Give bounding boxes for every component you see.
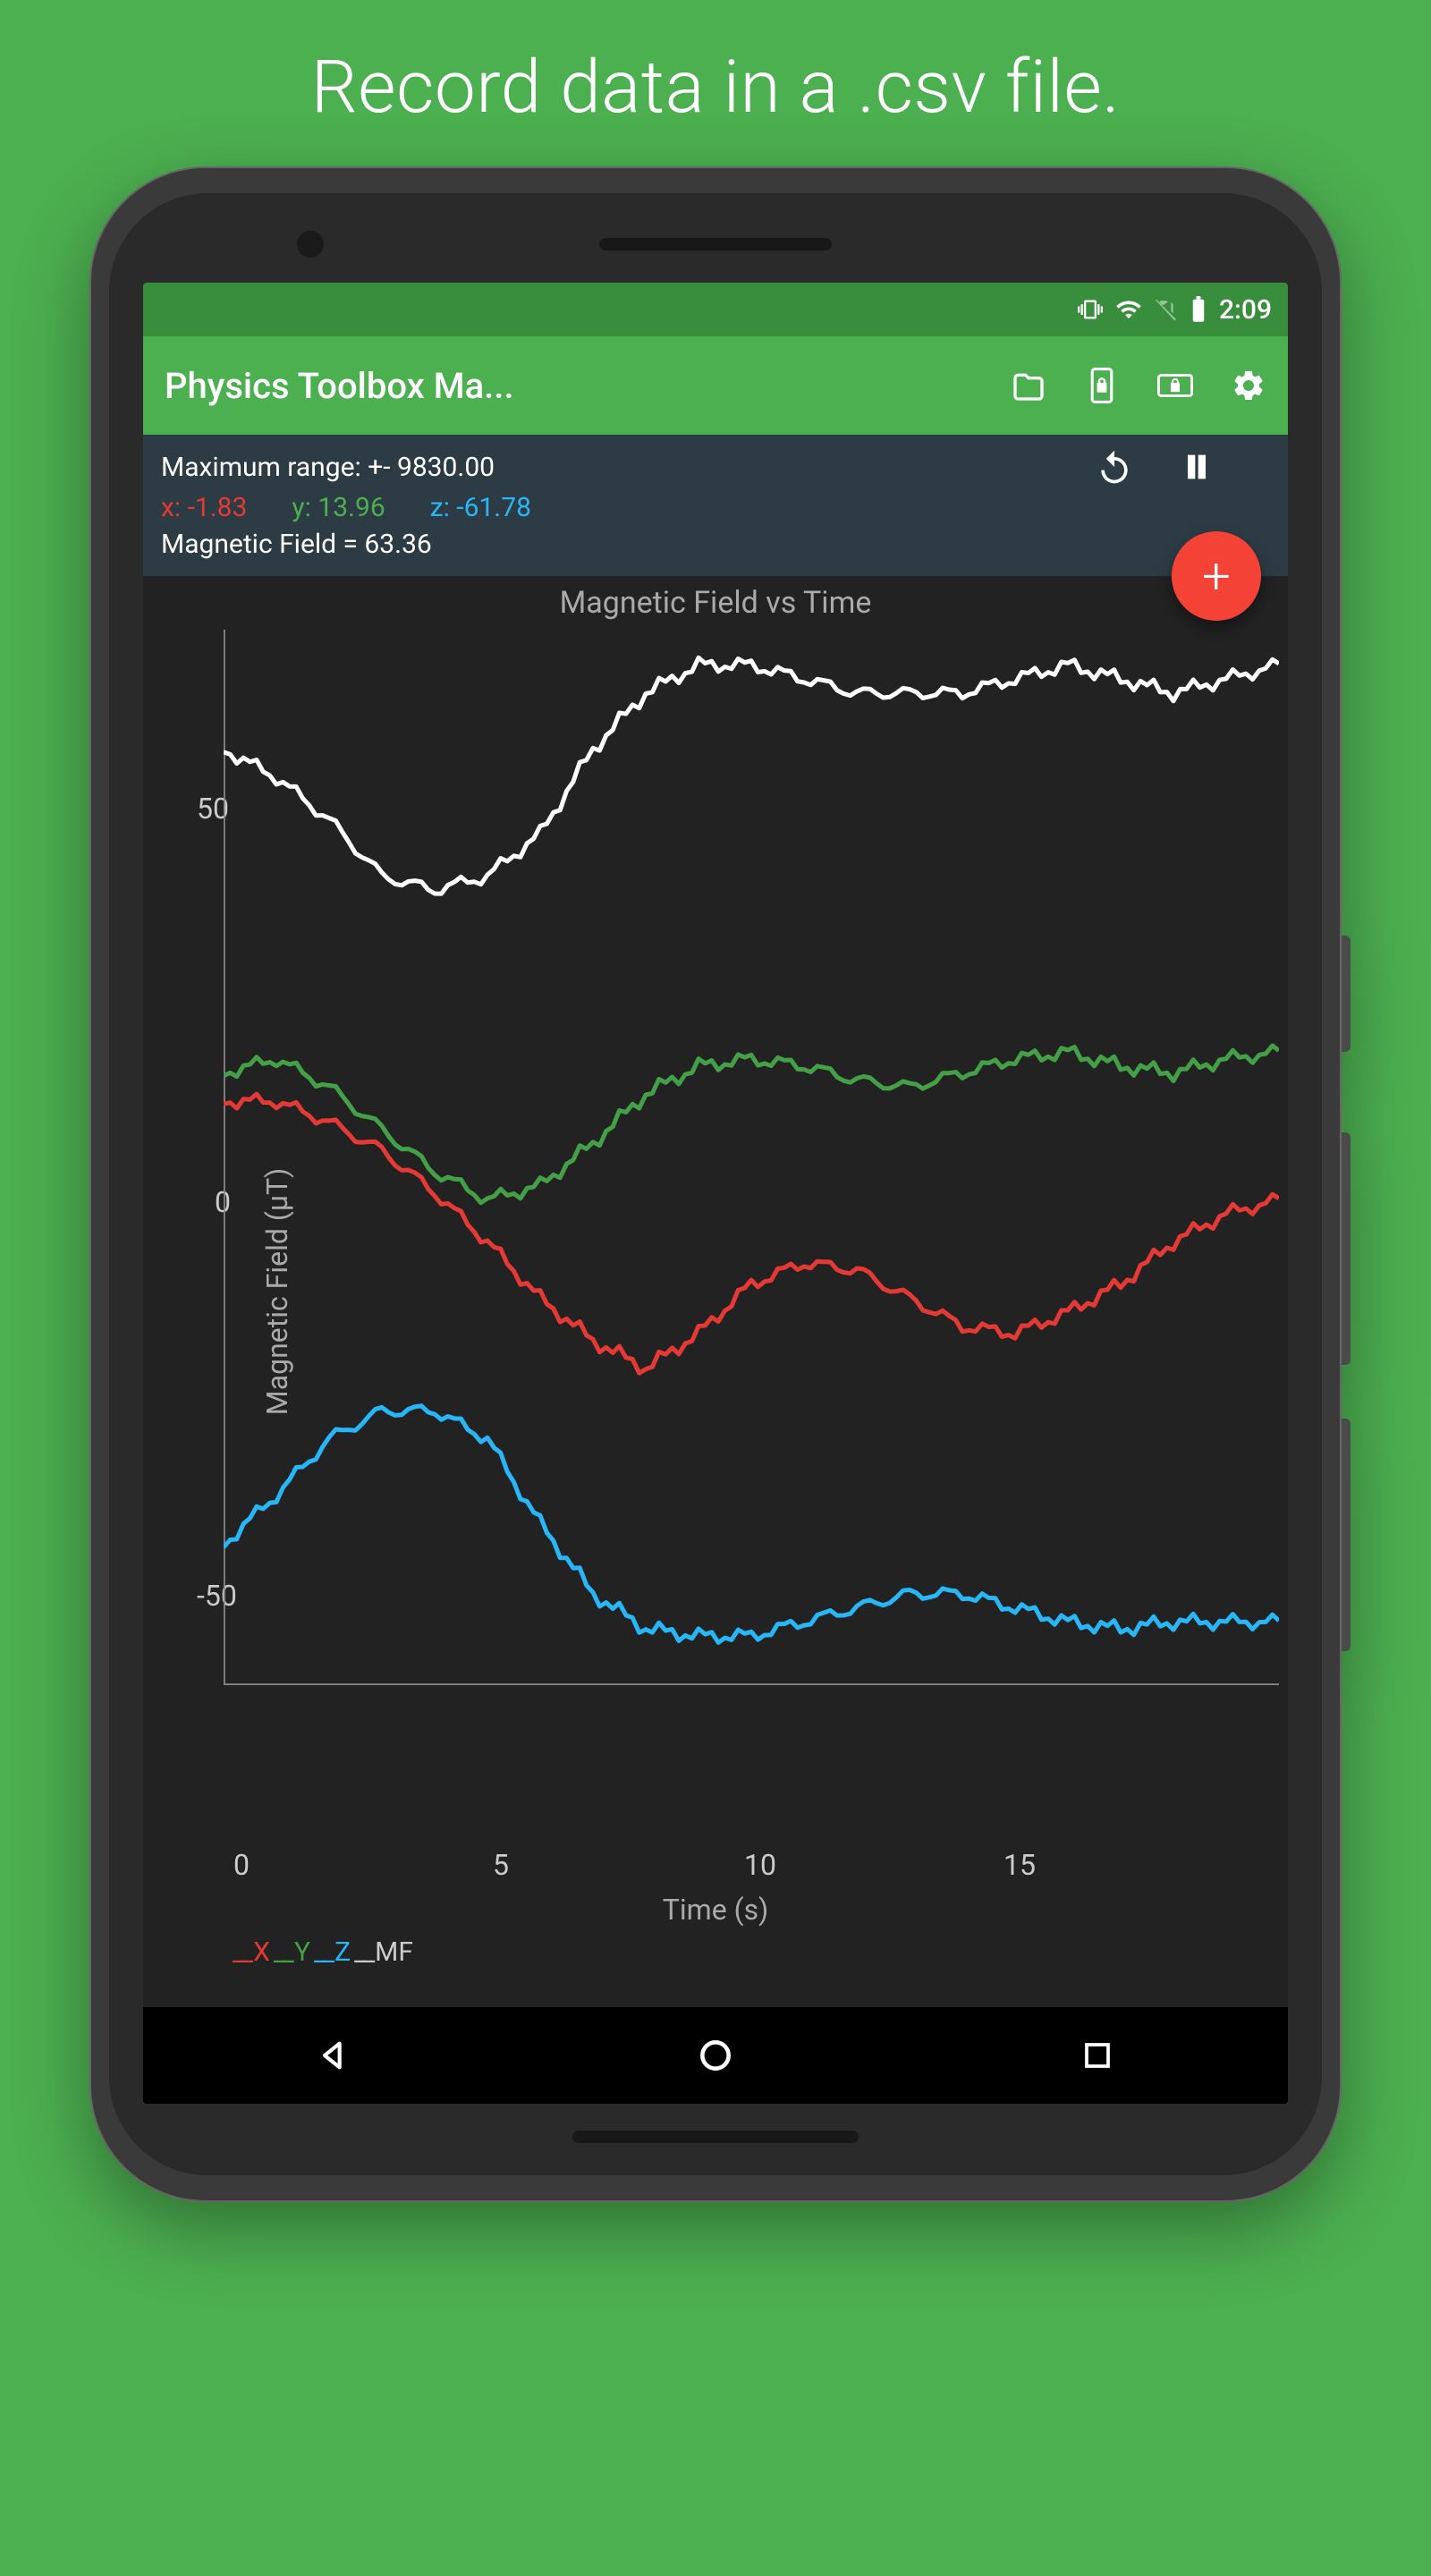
phone-camera [297,231,324,258]
max-range-label: Maximum range: +- 9830.00 [161,452,1095,483]
record-fab[interactable]: + [1172,531,1261,621]
home-button[interactable] [690,2030,741,2080]
chart-title: Magnetic Field vs Time [143,585,1288,621]
x-value: x: -1.83 [161,492,247,523]
phone-frame: 2:09 Physics Toolbox Ma... [89,166,1342,2202]
magnetic-field-value: Magnetic Field = 63.36 [161,529,1270,560]
status-bar: 2:09 [143,283,1288,336]
back-button[interactable] [309,2030,359,2080]
no-sim-icon [1155,298,1178,321]
chart-legend: __X __Y __Z __MF [233,1936,413,1968]
chart-x-axis-label: Time (s) [143,1893,1288,1927]
app-title: Physics Toolbox Ma... [165,365,1002,407]
y-value: y: 13.96 [292,492,385,523]
chart-x-tick: 5 [493,1848,509,1882]
folder-icon[interactable] [1011,368,1046,403]
android-nav-bar [143,2007,1288,2104]
sensor-info-panel: Maximum range: +- 9830.00 x: -1.83 [143,435,1288,576]
app-bar: Physics Toolbox Ma... [143,336,1288,435]
reset-icon[interactable] [1095,447,1134,487]
recents-button[interactable] [1072,2030,1122,2080]
vibrate-icon [1078,297,1103,322]
wifi-icon [1115,296,1142,323]
portrait-lock-icon[interactable] [1084,368,1120,403]
phone-speaker-top [599,238,832,250]
chart-x-tick: 15 [1003,1848,1036,1882]
status-time: 2:09 [1219,294,1272,326]
landscape-lock-icon[interactable] [1157,368,1193,403]
phone-speaker-bottom [572,2131,859,2143]
chart-area[interactable]: + Magnetic Field vs Time Magnetic Field … [143,576,1288,2007]
battery-icon [1190,296,1207,323]
chart-x-tick: 0 [233,1848,250,1882]
z-value: z: -61.78 [430,492,531,523]
plus-icon: + [1202,547,1231,606]
gear-icon[interactable] [1231,368,1266,403]
screen: 2:09 Physics Toolbox Ma... [143,283,1288,2104]
pause-icon[interactable] [1177,447,1216,487]
promo-headline: Record data in a .csv file. [0,0,1431,166]
chart-plot [224,630,1279,1685]
chart-x-tick: 10 [744,1848,776,1882]
